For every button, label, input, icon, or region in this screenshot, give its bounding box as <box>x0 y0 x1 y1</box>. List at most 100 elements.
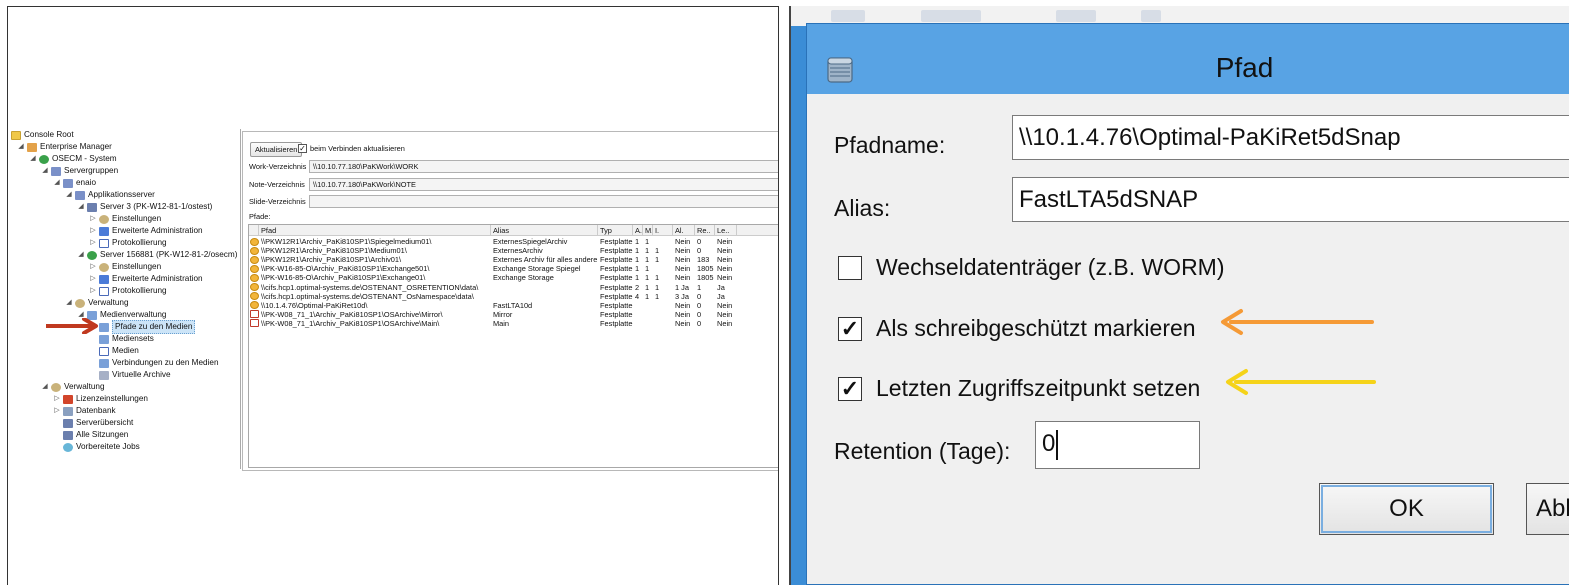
ok-button[interactable]: OK <box>1319 483 1494 535</box>
expand-icon[interactable]: ▷ <box>89 261 97 273</box>
tree-item-mediensets[interactable]: Mediensets <box>89 333 154 345</box>
expand-icon[interactable]: ▷ <box>89 225 97 237</box>
auto-refresh-checkbox[interactable]: ✓ <box>298 144 307 153</box>
table-row[interactable]: \\PK-W08_71_1\Archiv_PaKi810SP1\OSArchiv… <box>249 318 778 328</box>
refresh-button[interactable]: Aktualisieren <box>250 142 303 157</box>
table-row[interactable]: \\PK-W16-85-O\Archiv_PaKi810SP1\Exchange… <box>249 273 778 282</box>
cell-typ: Festplatte <box>600 300 633 310</box>
column-header-pfad[interactable]: Pfad <box>259 225 491 236</box>
work-directory-field[interactable]: \\10.10.77.180\PaKWork\WORK <box>309 159 778 173</box>
background-toolbar-icon <box>1141 10 1161 22</box>
collapse-icon[interactable]: ◢ <box>65 297 73 309</box>
tree-item-pfade-zu-den-medien[interactable]: Pfade zu den Medien <box>89 320 196 334</box>
dialog-titlebar[interactable]: Pfad <box>807 24 1569 94</box>
tree-item-datenbank[interactable]: ▷ Datenbank <box>53 405 116 417</box>
zugriffszeitpunkt-checkbox[interactable]: ✓ <box>838 376 862 401</box>
column-header-le[interactable]: Le.. <box>715 225 737 236</box>
cell-al: Nein <box>675 300 691 310</box>
tree-item-console-root[interactable]: Console Root <box>11 129 74 141</box>
column-header-a[interactable]: A. <box>633 225 643 236</box>
tree-item-einstellungen[interactable]: ▷ Einstellungen <box>89 261 161 273</box>
expand-icon[interactable]: ▷ <box>53 393 61 405</box>
tree-item-enaio[interactable]: ◢ enaio <box>53 177 96 189</box>
tree-item-serveruebersicht[interactable]: Serverübersicht <box>53 417 133 429</box>
yellow-arrow-annotation <box>1226 369 1376 395</box>
expand-icon[interactable]: ▷ <box>89 285 97 297</box>
tree-item-verwaltung-2[interactable]: ◢ Verwaltung <box>41 381 105 393</box>
cancel-button[interactable]: Abb <box>1526 483 1569 535</box>
tree-item-osecm-system[interactable]: ◢ OSECM - System <box>29 153 117 165</box>
column-header-re[interactable]: Re.. <box>695 225 715 236</box>
collapse-icon[interactable]: ◢ <box>77 201 85 213</box>
note-directory-row: Note-Verzeichnis \\10.10.77.180\PaKWork\… <box>249 177 778 191</box>
cell-path: \\PKW12R1\Archiv_PaKi810SP1\Archiv01\ <box>261 255 402 265</box>
wechseldatentraeger-checkbox[interactable] <box>838 255 862 280</box>
tree-item-virtuelle-archive[interactable]: Virtuelle Archive <box>89 369 171 381</box>
column-header-alias[interactable]: Alias <box>491 225 598 236</box>
tree-item-vorbereitete-jobs[interactable]: Vorbereitete Jobs <box>53 441 140 453</box>
schreibgeschuetzt-checkbox-row[interactable]: ✓ Als schreibgeschützt markieren <box>838 315 1196 342</box>
collapse-icon[interactable]: ◢ <box>41 381 49 393</box>
column-header-i[interactable]: I. <box>653 225 673 236</box>
table-row[interactable]: \\10.1.4.76\Optimal-PaKiRet10d\ FastLTA10… <box>249 300 778 310</box>
retention-input[interactable]: 0 <box>1035 421 1200 469</box>
expand-icon[interactable]: ▷ <box>89 273 97 285</box>
collapse-icon[interactable]: ◢ <box>53 177 61 189</box>
collapse-icon[interactable]: ◢ <box>17 141 25 153</box>
tree-item-lizenzeinstellungen[interactable]: ▷ Lizenzeinstellungen <box>53 393 148 405</box>
collapse-icon[interactable]: ◢ <box>77 249 85 261</box>
tree-item-protokollierung[interactable]: ▷ Protokollierung <box>89 285 167 297</box>
pfadname-input[interactable]: \\10.1.4.76\Optimal-PaKiRet5dSnap <box>1012 115 1569 160</box>
paths-pane: Aktualisieren ✓ beim Verbinden aktualisi… <box>242 131 778 471</box>
pfadname-label: Pfadname: <box>834 132 946 158</box>
tree-item-server-156881[interactable]: ◢ Server 156881 (PK-W12-81-2/osecm) <box>77 249 237 261</box>
wechseldatentraeger-checkbox-row[interactable]: Wechseldatenträger (z.B. WORM) <box>838 254 1225 281</box>
note-directory-field[interactable]: \\10.10.77.180\PaKWork\NOTE <box>309 177 778 191</box>
column-header-status[interactable] <box>249 225 259 236</box>
tree-item-label: Virtuelle Archive <box>112 370 171 379</box>
table-row[interactable]: \\PKW12R1\Archiv_PaKi810SP1\Archiv01\ Ext… <box>249 255 778 265</box>
schreibgeschuetzt-checkbox[interactable]: ✓ <box>838 316 862 341</box>
collapse-icon[interactable]: ◢ <box>29 153 37 165</box>
auto-refresh-checkbox-row[interactable]: ✓ beim Verbinden aktualisieren <box>298 144 405 153</box>
cell-le: Ja <box>717 282 725 292</box>
tree-item-erweiterte-administration[interactable]: ▷ Erweiterte Administration <box>89 273 203 285</box>
tree-item-servergruppen[interactable]: ◢ Servergruppen <box>41 165 118 177</box>
zugriffszeitpunkt-checkbox-row[interactable]: ✓ Letzten Zugriffszeitpunkt setzen <box>838 375 1200 402</box>
table-row[interactable]: \\cifs.hcp1.optimal-systems.de\OSTENANT_… <box>249 292 778 301</box>
tree-item-verbindungen-zu-den-medien[interactable]: Verbindungen zu den Medien <box>89 357 219 369</box>
table-row[interactable]: \\PKW12R1\Archiv_PaKi810SP1\Spiegelmediu… <box>249 237 778 246</box>
collapse-icon[interactable]: ◢ <box>41 165 49 177</box>
work-directory-row: Work-Verzeichnis \\10.10.77.180\PaKWork\… <box>249 159 778 173</box>
tree-item-label: Console Root <box>24 130 74 139</box>
tree-item-label: Server 3 (PK-W12-81-1/ostest) <box>100 202 213 211</box>
column-header-m[interactable]: M. <box>643 225 653 236</box>
collapse-icon[interactable]: ◢ <box>65 189 73 201</box>
column-header-typ[interactable]: Typ <box>598 225 633 236</box>
tree-item-applikationsserver[interactable]: ◢ Applikationsserver <box>65 189 155 201</box>
tree-item-erweiterte-administration[interactable]: ▷ Erweiterte Administration <box>89 225 203 237</box>
expand-icon[interactable]: ▷ <box>89 213 97 225</box>
table-row[interactable]: \\cifs.hcp1.optimal-systems.de\OSTENANT_… <box>249 282 778 292</box>
tree-item-enterprise-manager[interactable]: ◢ Enterprise Manager <box>17 141 112 153</box>
tree-item-alle-sitzungen[interactable]: Alle Sitzungen <box>53 429 128 441</box>
tree-item-label: Datenbank <box>76 406 116 415</box>
column-header-al[interactable]: Al. <box>673 225 695 236</box>
table-row[interactable]: \\PKW12R1\Archiv_PaKi810SP1\Medium01\ Ext… <box>249 246 778 256</box>
tree-item-verwaltung[interactable]: ◢ Verwaltung <box>65 297 129 309</box>
tree-item-medien[interactable]: Medien <box>89 345 139 357</box>
alias-input[interactable]: FastLTA5dSNAP <box>1012 177 1569 222</box>
tree-item-einstellungen[interactable]: ▷ Einstellungen <box>89 213 161 225</box>
cell-re: 0 <box>697 246 702 256</box>
tree-item-protokollierung[interactable]: ▷ Protokollierung <box>89 237 167 249</box>
tree-item-server-3[interactable]: ◢ Server 3 (PK-W12-81-1/ostest) <box>77 201 212 213</box>
expand-icon[interactable]: ▷ <box>53 405 61 417</box>
table-row[interactable]: \\PK-W16-85-O\Archiv_PaKi810SP1\Exchange… <box>249 264 778 273</box>
slide-directory-field[interactable] <box>309 194 778 208</box>
orange-arrow-annotation <box>1221 309 1374 335</box>
table-row[interactable]: \\PK-W08_71_1\Archiv_PaKi810SP1\OSArchiv… <box>249 310 778 319</box>
cell-typ: Festplatte <box>600 318 633 328</box>
cell-path: \\cifs.hcp1.optimal-systems.de\OSTENANT_… <box>261 282 479 292</box>
pane-splitter[interactable] <box>240 129 241 469</box>
expand-icon[interactable]: ▷ <box>89 237 97 249</box>
